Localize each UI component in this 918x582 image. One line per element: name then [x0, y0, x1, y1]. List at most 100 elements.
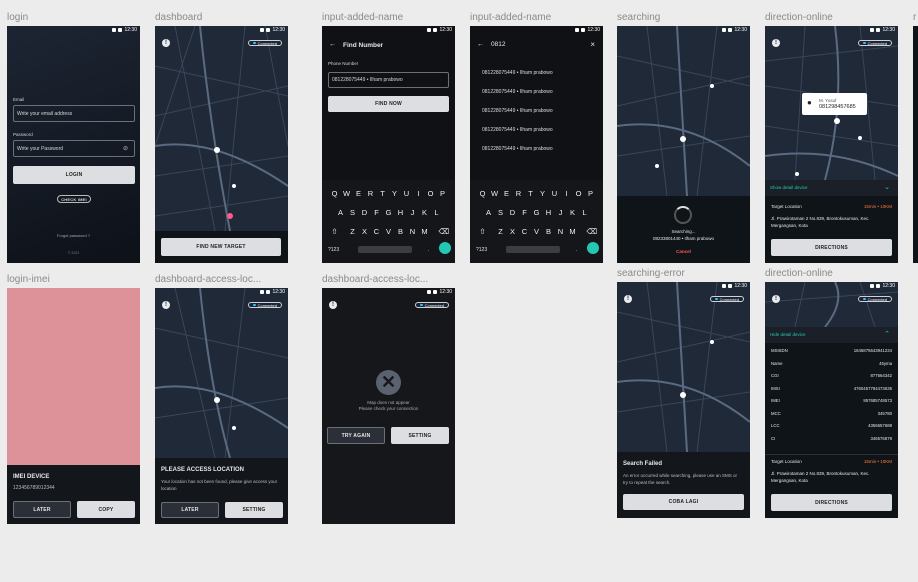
retry-button[interactable]: COBA LAGI	[623, 494, 744, 510]
keyboard-row-1[interactable]: QWERTYUIOP	[322, 189, 455, 198]
key-z[interactable]: Z	[497, 227, 505, 236]
email-field[interactable]: Write your email address	[13, 105, 135, 122]
key-g[interactable]: G	[533, 208, 541, 217]
phone-number-field[interactable]: 081228075449 • Ilham prabowo	[328, 72, 449, 88]
symbols-key[interactable]: ?123	[476, 247, 487, 253]
key-e[interactable]: E	[503, 189, 511, 198]
key-l[interactable]: L	[581, 208, 589, 217]
key-k[interactable]: K	[421, 208, 429, 217]
info-icon[interactable]: !	[624, 295, 632, 303]
backspace-key-icon[interactable]: ⌫	[439, 227, 450, 236]
setting-button[interactable]: SETTING	[391, 427, 449, 444]
search-result-item[interactable]: 081228075449 • Ilham prabowo	[482, 127, 553, 146]
period-key[interactable]: .	[428, 247, 429, 253]
key-r[interactable]: R	[515, 189, 523, 198]
keyboard-row-2[interactable]: ASDFGHJKL	[322, 208, 455, 217]
find-now-button[interactable]: FIND NOW	[328, 96, 449, 112]
key-n[interactable]: N	[557, 227, 565, 236]
detail-toggle[interactable]: Hide detail device ⌃	[765, 327, 898, 343]
back-arrow-icon[interactable]: ←	[477, 41, 484, 48]
key-u[interactable]: U	[551, 189, 559, 198]
key-f[interactable]: F	[521, 208, 529, 217]
key-b[interactable]: B	[545, 227, 553, 236]
directions-button[interactable]: DIRECTIONS	[771, 494, 892, 511]
map-view[interactable]	[155, 26, 288, 231]
shift-key-icon[interactable]: ⇧	[331, 227, 339, 236]
chevron-up-icon[interactable]: ⌃	[884, 330, 890, 338]
enter-key[interactable]	[587, 242, 599, 254]
space-key[interactable]	[358, 246, 412, 253]
key-v[interactable]: V	[533, 227, 541, 236]
key-s[interactable]: S	[497, 208, 505, 217]
key-g[interactable]: G	[385, 208, 393, 217]
search-input[interactable]: 0812	[491, 41, 505, 48]
chevron-down-icon[interactable]: ⌄	[884, 183, 890, 191]
map-view[interactable]	[617, 282, 750, 452]
check-imei-button[interactable]: CHECK IMEI	[57, 195, 91, 203]
info-icon[interactable]: !	[772, 39, 780, 47]
keyboard-row-3[interactable]: ⇧ Z X C V B N M ⌫	[322, 227, 455, 236]
password-field[interactable]: Write your Password ⊘	[13, 140, 135, 157]
key-a[interactable]: A	[337, 208, 345, 217]
key-k[interactable]: K	[569, 208, 577, 217]
map-view[interactable]	[155, 288, 288, 458]
later-button[interactable]: LATER	[13, 501, 71, 518]
try-again-button[interactable]: TRY AGAIN	[327, 427, 385, 444]
search-result-item[interactable]: 081228075449 • Ilham prabowo	[482, 146, 553, 165]
eye-off-icon[interactable]: ⊘	[123, 145, 128, 152]
keyboard-row-2[interactable]: ASDFGHJKL	[470, 208, 603, 217]
key-j[interactable]: J	[409, 208, 417, 217]
key-y[interactable]: Y	[391, 189, 399, 198]
key-u[interactable]: U	[403, 189, 411, 198]
period-key[interactable]: .	[576, 247, 577, 253]
key-a[interactable]: A	[485, 208, 493, 217]
info-icon[interactable]: !	[162, 301, 170, 309]
key-b[interactable]: B	[397, 227, 405, 236]
key-z[interactable]: Z	[349, 227, 357, 236]
key-q[interactable]: Q	[479, 189, 487, 198]
key-d[interactable]: D	[509, 208, 517, 217]
keyboard[interactable]: QWERTYUIOP ASDFGHJKL ⇧ Z X C V B N M ⌫ ?123 .	[470, 180, 603, 263]
hide-detail-link[interactable]: Hide detail device	[770, 332, 806, 337]
key-j[interactable]: J	[557, 208, 565, 217]
key-w[interactable]: W	[343, 189, 351, 198]
shift-key-icon[interactable]: ⇧	[479, 227, 487, 236]
key-t[interactable]: T	[379, 189, 387, 198]
key-m[interactable]: M	[569, 227, 577, 236]
info-icon[interactable]: !	[772, 295, 780, 303]
forgot-password-link[interactable]: Forgot password ?	[7, 233, 140, 238]
key-q[interactable]: Q	[331, 189, 339, 198]
keyboard[interactable]: QWERTYUIOP ASDFGHJKL ⇧ Z X C V B N M ⌫ ?123 .	[322, 180, 455, 263]
key-h[interactable]: H	[397, 208, 405, 217]
info-icon[interactable]: !	[162, 39, 170, 47]
key-m[interactable]: M	[421, 227, 429, 236]
login-button[interactable]: LOGIN	[13, 166, 135, 184]
key-c[interactable]: C	[521, 227, 529, 236]
keyboard-row-1[interactable]: QWERTYUIOP	[470, 189, 603, 198]
back-arrow-icon[interactable]: ←	[329, 41, 336, 48]
key-i[interactable]: I	[415, 189, 423, 198]
cancel-button[interactable]: Cancel	[617, 249, 750, 254]
key-v[interactable]: V	[385, 227, 393, 236]
key-c[interactable]: C	[373, 227, 381, 236]
clear-icon[interactable]: ×	[590, 40, 595, 49]
key-p[interactable]: P	[587, 189, 595, 198]
key-t[interactable]: T	[527, 189, 535, 198]
key-x[interactable]: X	[509, 227, 517, 236]
key-p[interactable]: P	[439, 189, 447, 198]
setting-button[interactable]: SETTING	[225, 502, 283, 518]
space-key[interactable]	[506, 246, 560, 253]
key-w[interactable]: W	[491, 189, 499, 198]
key-r[interactable]: R	[367, 189, 375, 198]
directions-button[interactable]: DIRECTIONS	[771, 239, 892, 256]
key-o[interactable]: O	[427, 189, 435, 198]
key-f[interactable]: F	[373, 208, 381, 217]
key-y[interactable]: Y	[539, 189, 547, 198]
map-view[interactable]	[617, 26, 750, 196]
detail-toggle[interactable]: Show detail device ⌄	[765, 180, 898, 196]
keyboard-row-3[interactable]: ⇧ Z X C V B N M ⌫	[470, 227, 603, 236]
key-x[interactable]: X	[361, 227, 369, 236]
info-icon[interactable]: !	[329, 301, 337, 309]
later-button[interactable]: LATER	[161, 502, 219, 518]
backspace-key-icon[interactable]: ⌫	[587, 227, 598, 236]
